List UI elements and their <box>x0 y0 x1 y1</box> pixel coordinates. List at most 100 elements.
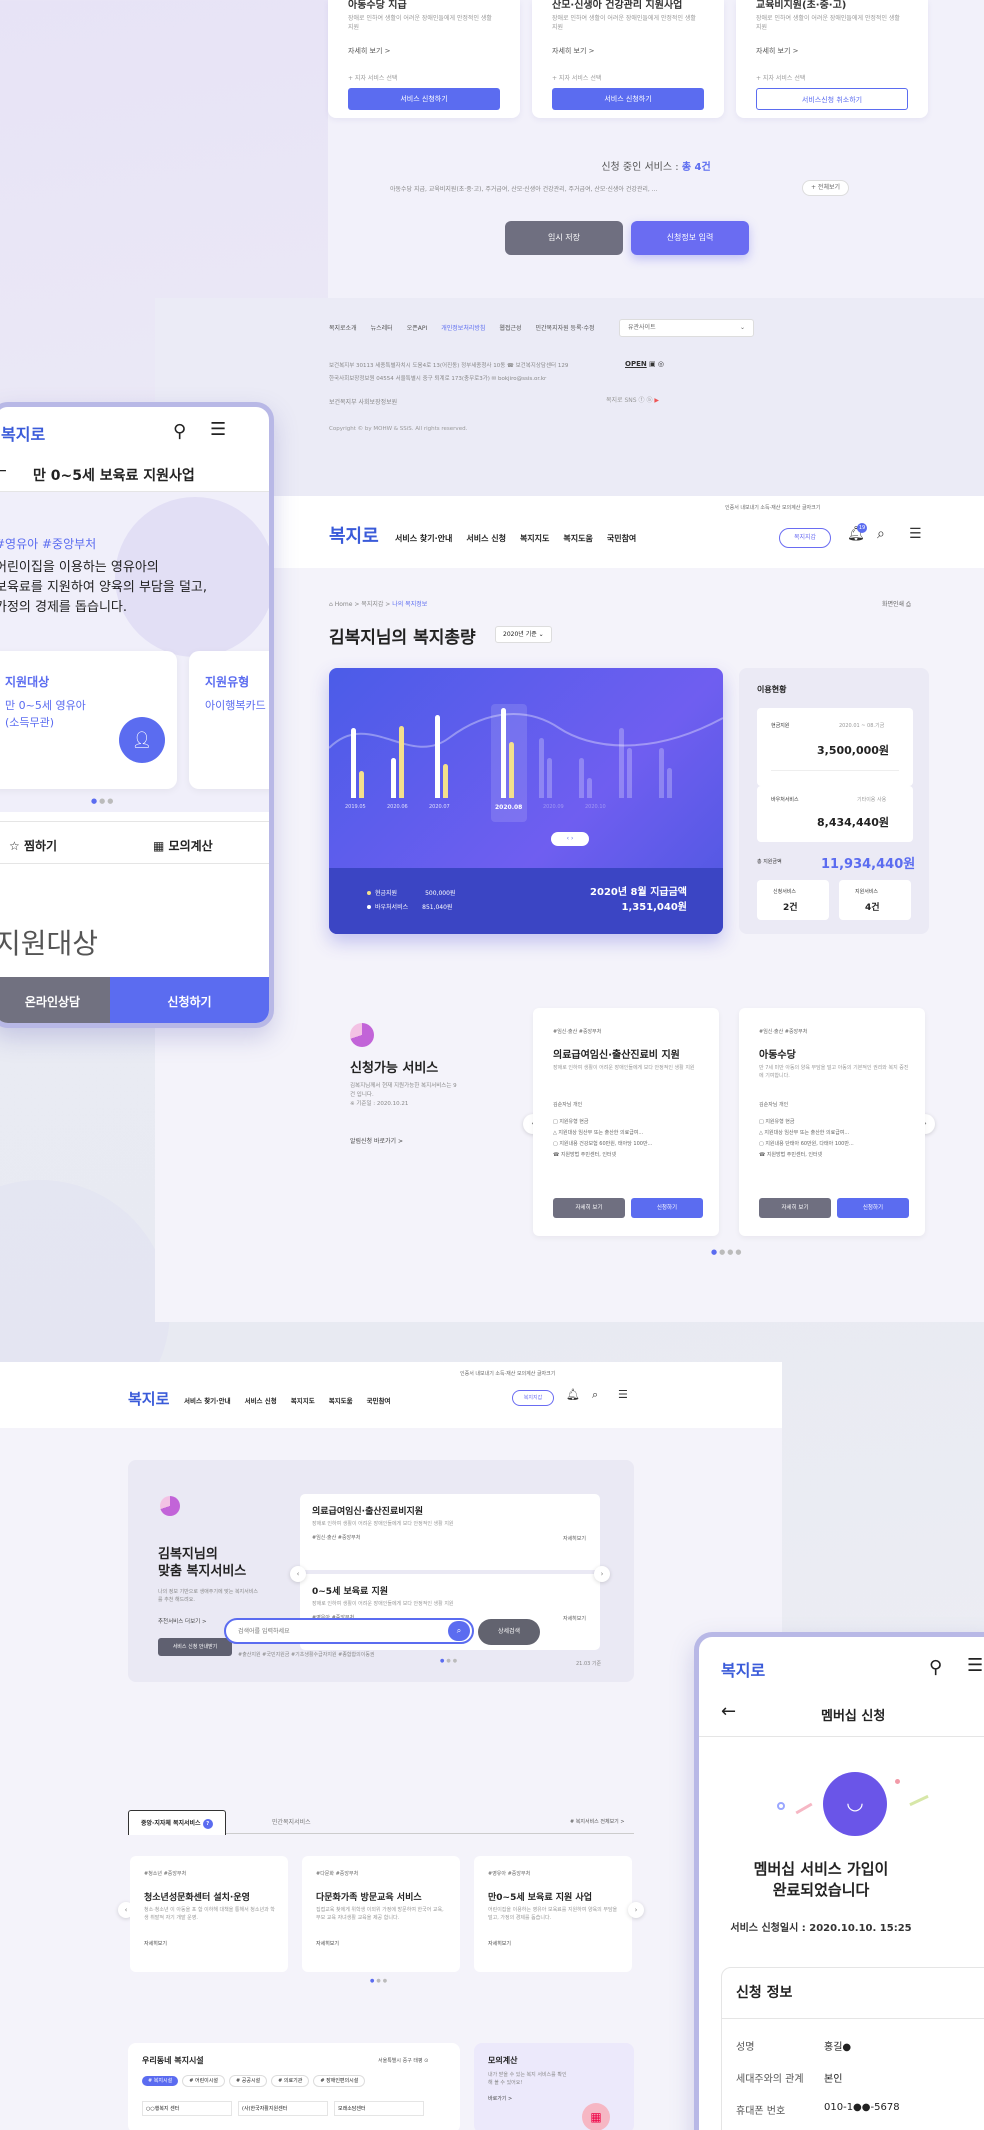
nav-item[interactable]: 복지지도 <box>520 534 549 543</box>
apply-service-button[interactable]: 서비스 신청하기 <box>552 88 704 110</box>
detail-link[interactable]: 자세히보기 <box>563 1615 586 1622</box>
blog-icon[interactable]: ⓑ <box>646 397 652 404</box>
year-select[interactable]: 2020년 기준 ⌄ <box>495 626 552 643</box>
back-arrow-icon[interactable]: ← <box>0 463 7 479</box>
wallet-button[interactable]: 복지지갑 <box>512 1390 554 1406</box>
footer-link[interactable]: 민간복지자원 등록·수정 <box>536 325 595 332</box>
support-target-card[interactable]: 지원대상 만 0~5세 영유아 (소득무관) 👤︎ <box>0 651 177 789</box>
facebook-icon[interactable]: ⓕ <box>639 397 645 404</box>
recommend-card[interactable]: 의료급여임신·출산진료비지원 장애로 인하여 생활이 어려운 장애인들에게 보다… <box>300 1494 600 1570</box>
facility-tab[interactable]: # 공공시설 <box>228 2075 268 2087</box>
utility-links[interactable]: 인증서 내보내기 소득·재산 모의계산 글자크기 <box>460 1370 555 1377</box>
detail-link[interactable]: 자세히 보기 > <box>756 46 799 56</box>
site-logo[interactable]: 복지로 <box>128 1388 169 1409</box>
view-all-button[interactable]: + 전체보기 <box>802 180 850 196</box>
site-logo[interactable]: 복지로 <box>721 1657 765 1681</box>
cancel-service-button[interactable]: 서비스신청 취소하기 <box>756 88 908 110</box>
footer-link[interactable]: 복지로소개 <box>329 325 357 332</box>
wallet-button[interactable]: 복지지갑 <box>779 528 831 548</box>
region-select[interactable]: 서울특별시 중구 태평 ⊙ <box>378 2057 428 2064</box>
nav-item[interactable]: 국민참여 <box>607 534 636 543</box>
detail-link[interactable]: 자세히보기 <box>316 1940 339 1947</box>
facility-tab[interactable]: # 장애인편의시설 <box>313 2075 366 2087</box>
search-icon[interactable]: ⌕ <box>448 1621 470 1641</box>
nav-item[interactable]: 서비스 찾기·안내 <box>184 1397 231 1405</box>
menu-icon[interactable]: ☰ <box>618 1388 628 1401</box>
detail-link[interactable]: 자세히보기 <box>144 1940 167 1947</box>
carousel-dots[interactable]: ●●●● <box>711 1248 743 1256</box>
detail-button[interactable]: 자세히 보기 <box>553 1198 625 1218</box>
facility-tab[interactable]: # 의료기관 <box>271 2075 310 2087</box>
detail-button[interactable]: 자세히 보기 <box>759 1198 831 1218</box>
menu-icon[interactable]: ☰ <box>909 526 922 542</box>
detail-search-button[interactable]: 상세검색 <box>478 1619 540 1645</box>
footer-link-privacy[interactable]: 개인정보처리방침 <box>441 325 485 332</box>
notify-link[interactable]: 알림신청 바로가기 > <box>350 1136 403 1145</box>
facility-tab[interactable]: # 복지시설 <box>142 2076 179 2086</box>
search-input[interactable] <box>238 1624 428 1638</box>
bell-icon[interactable]: 🔔︎ <box>566 1388 580 1401</box>
footer-link[interactable]: 웹접근성 <box>499 325 521 332</box>
nav-item[interactable]: 복지도움 <box>329 1397 353 1405</box>
popular-keywords[interactable]: #출산지원 #국민지원금 #기초생활수급자지원 #종합합의이동권 <box>238 1651 375 1658</box>
apply-button[interactable]: 신청하기 <box>631 1198 703 1218</box>
user-icon[interactable]: ⚲ <box>929 1657 942 1678</box>
detail-link[interactable]: 자세히 보기 > <box>552 46 595 56</box>
breadcrumb-item[interactable]: 복지지갑 <box>361 601 383 608</box>
select-checkbox[interactable]: + 지자 서비스 선택 <box>756 73 805 82</box>
next-arrow-icon[interactable]: › <box>594 1566 610 1582</box>
site-logo[interactable]: 복지로 <box>329 522 379 548</box>
enter-info-button[interactable]: 신청정보 입력 <box>631 221 749 255</box>
simulate-button[interactable]: ▦ 모의계산 <box>153 837 213 854</box>
detail-link[interactable]: 자세히보기 <box>563 1535 586 1542</box>
temp-save-button[interactable]: 임시 저장 <box>505 221 623 255</box>
banner-button[interactable]: 서비스 신청 안내받기 <box>158 1638 232 1656</box>
family-site-select[interactable]: 유관사이트 ⌄ <box>619 319 754 337</box>
nav-item[interactable]: 국민참여 <box>367 1397 391 1405</box>
tab-central[interactable]: 중앙·지자체 복지서비스 ? <box>128 1810 226 1835</box>
nav-item[interactable]: 서비스 신청 <box>245 1397 277 1405</box>
view-all-link[interactable]: # 복지서비스 전체보기 > <box>570 1818 625 1825</box>
apply-service-button[interactable]: 서비스 신청하기 <box>348 88 500 110</box>
bookmark-button[interactable]: ☆ 찜하기 <box>9 837 57 854</box>
menu-icon[interactable]: ☰ <box>210 419 226 440</box>
detail-link[interactable]: 자세히보기 <box>488 1940 511 1947</box>
select-checkbox[interactable]: + 지자 서비스 선택 <box>348 73 397 82</box>
menu-icon[interactable]: ☰ <box>967 1655 983 1676</box>
online-consult-button[interactable]: 온라인상담 <box>0 977 110 1023</box>
carousel-dots[interactable]: ●●● <box>440 1658 459 1664</box>
nav-item[interactable]: 복지도움 <box>563 534 592 543</box>
select-checkbox[interactable]: + 지자 서비스 선택 <box>552 73 601 82</box>
footer-link[interactable]: 오픈API <box>407 325 428 332</box>
carousel-dots[interactable]: ●●● <box>91 797 115 805</box>
user-icon[interactable]: ⚲ <box>173 421 186 442</box>
youtube-icon[interactable]: ▶ <box>654 397 659 404</box>
back-arrow-icon[interactable]: ← <box>721 1701 736 1722</box>
tab-private[interactable]: 민간복지서비스 <box>260 1810 323 1835</box>
apply-button[interactable]: 신청하기 <box>837 1198 909 1218</box>
welfare-card[interactable]: #영유아 #중앙부처 만0~5세 보육료 지원 사업 어린이집을 이용하는 영유… <box>474 1856 632 1972</box>
site-logo[interactable]: 복지로 <box>1 421 45 445</box>
facility-item[interactable]: ○○행복지 센터 <box>142 2101 232 2116</box>
print-link[interactable]: 화면인쇄 ⎙ <box>882 599 911 609</box>
detail-link[interactable]: 자세히 보기 > <box>348 46 391 56</box>
facility-item[interactable]: 모래소담센터 <box>334 2101 424 2116</box>
banner-more-link[interactable]: 추천서비스 더보기 > <box>158 1617 207 1625</box>
footer-link[interactable]: 뉴스레터 <box>371 325 393 332</box>
facility-item[interactable]: (사)한국자활지원센터 <box>238 2101 328 2116</box>
chart-pager[interactable]: ‹ › <box>551 832 589 846</box>
next-arrow-icon[interactable]: › <box>628 1902 644 1918</box>
welfare-card[interactable]: #다문화 #중앙부처 다문화가족 방문교육 서비스 집접교육 찾에게 위학생 이… <box>302 1856 460 1972</box>
utility-links[interactable]: 인증서 내보내기 소득·재산 모의계산 글자크기 <box>725 504 820 511</box>
welfare-card[interactable]: #청소년 #중앙부처 청소년성문화센터 설치·운영 청소·청소년 이 아동을 포… <box>130 1856 288 1972</box>
search-icon[interactable]: ⌕ <box>877 526 885 542</box>
breadcrumb-item[interactable]: Home <box>335 601 353 608</box>
calc-link[interactable]: 바로가기 > <box>488 2095 512 2102</box>
facility-tab[interactable]: # 어린이시설 <box>182 2075 225 2087</box>
carousel-dots[interactable]: ●●● <box>370 1978 389 1984</box>
apply-button[interactable]: 신청하기 <box>110 977 269 1023</box>
nav-item[interactable]: 서비스 신청 <box>466 534 506 543</box>
prev-arrow-icon[interactable]: ‹ <box>290 1566 306 1582</box>
nav-item[interactable]: 서비스 찾기·안내 <box>395 534 452 543</box>
nav-item[interactable]: 복지지도 <box>291 1397 315 1405</box>
